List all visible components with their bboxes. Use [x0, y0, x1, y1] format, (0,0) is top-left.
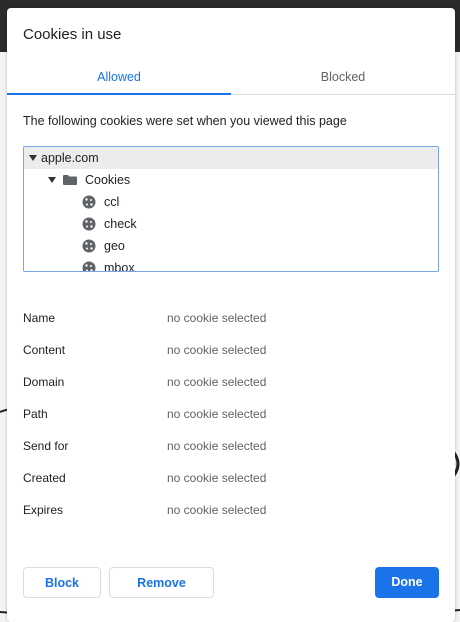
tree-item-label: mbox — [104, 261, 135, 272]
tree-item-folder[interactable]: Cookies — [24, 169, 438, 191]
detail-key: Expires — [23, 503, 64, 517]
detail-value: no cookie selected — [167, 503, 267, 517]
tab-bar: Allowed Blocked — [7, 66, 455, 95]
tree-item-cookie[interactable]: geo — [24, 235, 438, 257]
cookie-tree[interactable]: apple.com Cookies ccl check geo mbox — [23, 146, 439, 272]
expand-arrow-icon[interactable] — [48, 177, 56, 183]
tree-item-label: check — [104, 217, 137, 231]
cookie-icon — [82, 261, 96, 271]
detail-row-domain: Domain no cookie selected — [23, 372, 437, 392]
tree-item-label: Cookies — [85, 173, 131, 187]
detail-row-name: Name no cookie selected — [23, 308, 437, 328]
detail-key: Path — [23, 407, 48, 421]
tab-allowed[interactable]: Allowed — [7, 66, 231, 95]
detail-value: no cookie selected — [167, 471, 267, 485]
expand-arrow-icon[interactable] — [29, 155, 37, 161]
detail-value: no cookie selected — [167, 375, 267, 389]
description-text: The following cookies were set when you … — [23, 114, 347, 128]
detail-value: no cookie selected — [167, 343, 267, 357]
done-button[interactable]: Done — [375, 567, 439, 598]
detail-value: no cookie selected — [167, 407, 267, 421]
detail-row-created: Created no cookie selected — [23, 468, 437, 488]
dialog-title: Cookies in use — [23, 26, 122, 43]
cookie-icon — [82, 239, 96, 253]
cookies-dialog: Cookies in use Allowed Blocked The follo… — [7, 8, 455, 622]
detail-key: Send for — [23, 439, 69, 453]
tab-blocked[interactable]: Blocked — [231, 66, 455, 94]
detail-key: Name — [23, 311, 56, 325]
cookie-icon — [82, 195, 96, 209]
tree-item-label: geo — [104, 239, 125, 253]
tree-item-cookie[interactable]: ccl — [24, 191, 438, 213]
detail-row-path: Path no cookie selected — [23, 404, 437, 424]
folder-icon — [63, 175, 77, 185]
tree-item-site[interactable]: apple.com — [24, 147, 438, 169]
cookie-icon — [82, 217, 96, 231]
detail-key: Content — [23, 343, 66, 357]
tree-item-label: ccl — [104, 195, 120, 209]
tree-item-cookie[interactable]: mbox — [24, 257, 438, 272]
detail-row-expires: Expires no cookie selected — [23, 500, 437, 520]
detail-key: Created — [23, 471, 66, 485]
detail-value: no cookie selected — [167, 311, 267, 325]
tree-item-label: apple.com — [41, 151, 99, 165]
block-button[interactable]: Block — [23, 567, 101, 598]
detail-value: no cookie selected — [167, 439, 267, 453]
remove-button[interactable]: Remove — [109, 567, 214, 598]
detail-row-send-for: Send for no cookie selected — [23, 436, 437, 456]
detail-row-content: Content no cookie selected — [23, 340, 437, 360]
tree-item-cookie[interactable]: check — [24, 213, 438, 235]
detail-key: Domain — [23, 375, 65, 389]
